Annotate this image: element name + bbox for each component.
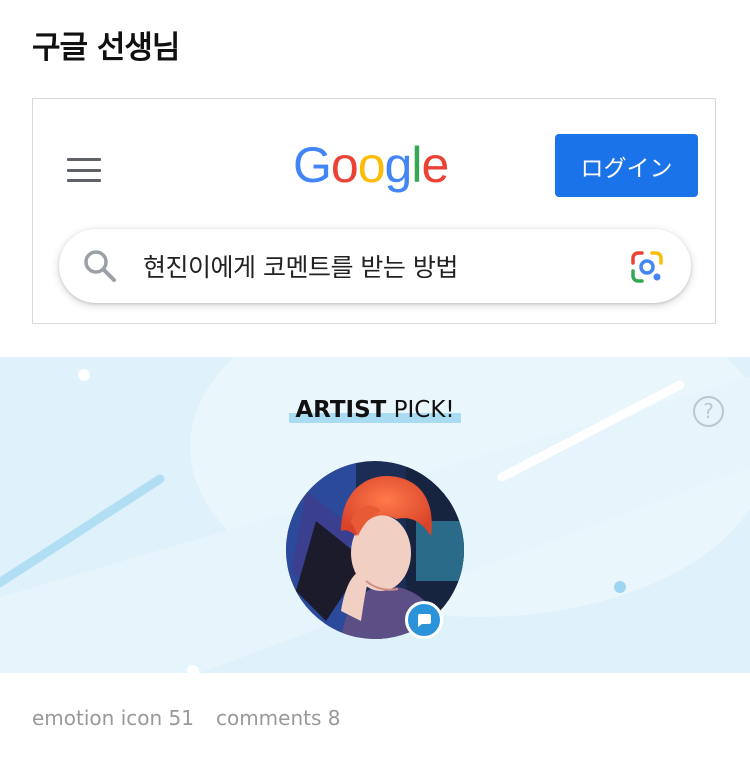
logo-letter: e [421,137,449,193]
chat-bubble-icon [405,601,443,639]
artist-pick-title: ARTIST PICK! [0,397,750,423]
search-bar[interactable]: 현진이에게 코멘트를 받는 방법 [59,229,691,303]
search-icon[interactable] [83,249,117,283]
logo-letter: o [330,137,359,193]
comment-count[interactable]: comments 8 [216,706,341,730]
login-button[interactable]: ログイン [555,134,698,197]
emotion-count[interactable]: emotion icon 51 [32,706,194,730]
help-icon[interactable]: ? [693,396,724,427]
logo-letter: g [384,137,413,193]
logo-letter: G [293,137,332,193]
search-query[interactable]: 현진이에게 코멘트를 받는 방법 [143,248,458,284]
logo-letter: l [411,137,422,193]
artist-pick-rest: PICK! [386,397,455,423]
post-title: 구글 선생님 [32,30,180,66]
hamburger-menu-icon[interactable] [67,158,101,182]
google-logo: Google [293,136,449,194]
google-lens-icon[interactable] [629,249,665,285]
artist-pick-banner: ARTIST PICK! ? [0,357,750,673]
google-search-embed: Google ログイン 현진이에게 코멘트를 받는 방법 [32,98,716,324]
logo-letter: o [357,137,386,193]
artist-pick-bold: ARTIST [295,397,387,423]
post-stats: emotion icon 51 comments 8 [32,706,363,730]
